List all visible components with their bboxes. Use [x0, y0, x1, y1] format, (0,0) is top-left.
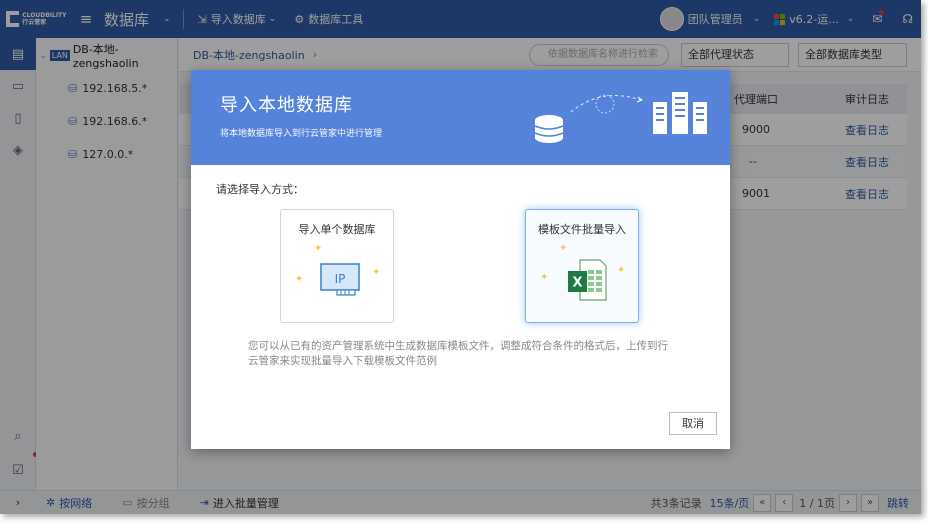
ip-card-icon: IP: [320, 263, 360, 296]
dialog-header: 导入本地数据库 将本地数据库导入到行云管家中进行管理: [191, 70, 730, 165]
dialog-title: 导入本地数据库: [220, 95, 353, 116]
import-dialog: 导入本地数据库 将本地数据库导入到行云管家中进行管理 请选择导入方式： 导入单个…: [191, 70, 730, 449]
excel-x-text: X: [572, 276, 582, 291]
import-instruction-note: 您可以从已有的资产管理系统中生成数据库模板文件，调整成符合条件的格式后，上传到行…: [248, 340, 668, 367]
database-server-illustration-icon: [534, 92, 707, 143]
cancel-button[interactable]: 取消: [669, 412, 717, 435]
sparkle-icon: ✦: [559, 243, 568, 254]
template-batch-import-option[interactable]: 模板文件批量导入 ✦ ✦ ✦ X: [525, 209, 639, 323]
app-window: CLOUDBILITY 行云管家 ≡ 数据库 ⌄ ⇲ 导入数据库 ⌄ ⚙ 数据库…: [0, 0, 921, 514]
option-batch-label: 模板文件批量导入: [538, 223, 626, 236]
sparkle-icon: ✦: [617, 265, 626, 276]
option-single-label: 导入单个数据库: [298, 223, 376, 236]
sparkle-icon: ✦: [314, 243, 323, 254]
sparkle-icon: ✦: [295, 274, 304, 285]
dialog-subtitle: 将本地数据库导入到行云管家中进行管理: [220, 129, 383, 139]
dialog-prompt: 请选择导入方式：: [216, 183, 304, 196]
import-single-database-option[interactable]: 导入单个数据库 ✦ ✦ ✦ IP: [280, 209, 394, 323]
sparkle-icon: ✦: [372, 267, 381, 278]
ip-text: IP: [335, 272, 346, 286]
sparkle-icon: ✦: [540, 272, 549, 283]
excel-file-icon: X: [568, 259, 607, 301]
